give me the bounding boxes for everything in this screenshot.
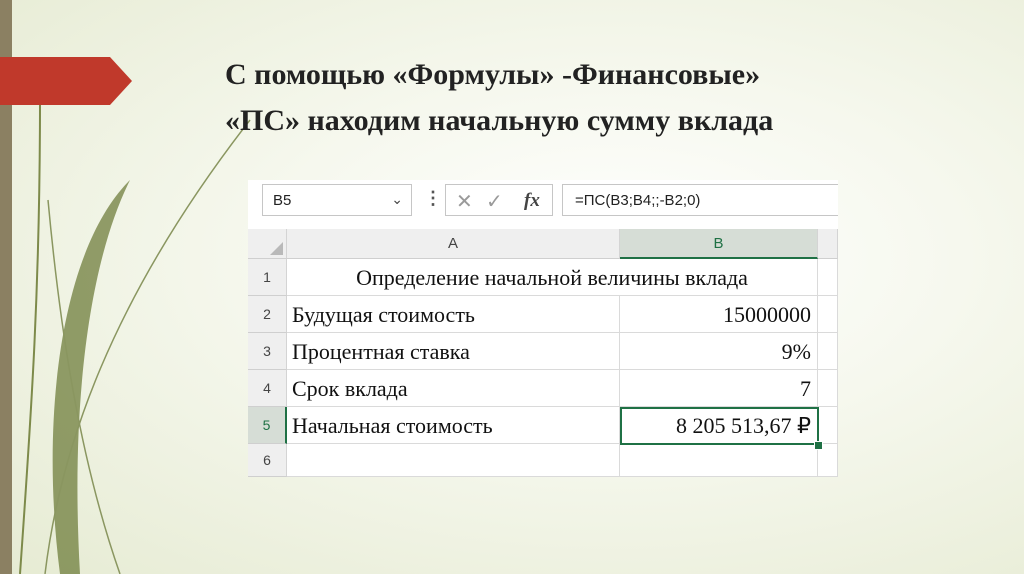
slide-title: С помощью «Формулы» -Финансовые» «ПС» на… (225, 52, 985, 144)
cell-b4[interactable]: 7 (620, 370, 818, 407)
row-header-6[interactable]: 6 (248, 444, 287, 477)
active-cell-border (620, 407, 819, 445)
formula-bar: B5 ⌄ ⋮ ✕ ✓ fx =ПС(B3;B4;;-B2;0) (248, 180, 838, 224)
cell-a5[interactable]: Начальная стоимость (287, 407, 620, 444)
cell-a6[interactable] (287, 444, 620, 477)
select-all-corner[interactable] (248, 229, 287, 259)
name-box-value: B5 (273, 192, 292, 209)
formula-buttons: ✕ ✓ fx (445, 184, 553, 216)
formula-text: =ПС(B3;B4;;-B2;0) (575, 192, 701, 209)
cell-a3[interactable]: Процентная ставка (287, 333, 620, 370)
spreadsheet-grid: A B 1 Определение начальной величины вкл… (248, 229, 838, 477)
excel-screenshot: B5 ⌄ ⋮ ✕ ✓ fx =ПС(B3;B4;;-B2;0) A B 1 Оп… (248, 180, 838, 477)
row-header-3[interactable]: 3 (248, 333, 287, 370)
cell-a1-merged[interactable]: Определение начальной величины вклада (287, 259, 818, 296)
red-arrow-icon (0, 57, 132, 105)
row-header-2[interactable]: 2 (248, 296, 287, 333)
more-icon[interactable]: ⋮ (424, 188, 442, 209)
cell-c4[interactable] (818, 370, 838, 407)
title-line-1: С помощью «Формулы» -Финансовые» (225, 58, 761, 91)
cell-c3[interactable] (818, 333, 838, 370)
enter-icon[interactable]: ✓ (486, 189, 503, 214)
cell-a2[interactable]: Будущая стоимость (287, 296, 620, 333)
cell-b6[interactable] (620, 444, 818, 477)
cell-c2[interactable] (818, 296, 838, 333)
cell-b2[interactable]: 15000000 (620, 296, 818, 333)
cell-c5[interactable] (818, 407, 838, 444)
cancel-icon[interactable]: ✕ (456, 189, 473, 214)
row-header-4[interactable]: 4 (248, 370, 287, 407)
title-line-2: «ПС» находим начальную сумму вклада (225, 104, 774, 137)
fill-handle[interactable] (814, 441, 823, 450)
column-header-c[interactable] (818, 229, 838, 259)
row-header-5[interactable]: 5 (248, 407, 287, 444)
column-header-a[interactable]: A (287, 229, 620, 259)
cell-b3[interactable]: 9% (620, 333, 818, 370)
chevron-down-icon[interactable]: ⌄ (391, 191, 403, 208)
formula-input[interactable]: =ПС(B3;B4;;-B2;0) (562, 184, 838, 216)
column-header-b[interactable]: B (620, 229, 818, 259)
function-icon[interactable]: fx (524, 190, 540, 212)
cell-c1[interactable] (818, 259, 838, 296)
row-header-1[interactable]: 1 (248, 259, 287, 296)
name-box[interactable]: B5 ⌄ (262, 184, 412, 216)
cell-a4[interactable]: Срок вклада (287, 370, 620, 407)
